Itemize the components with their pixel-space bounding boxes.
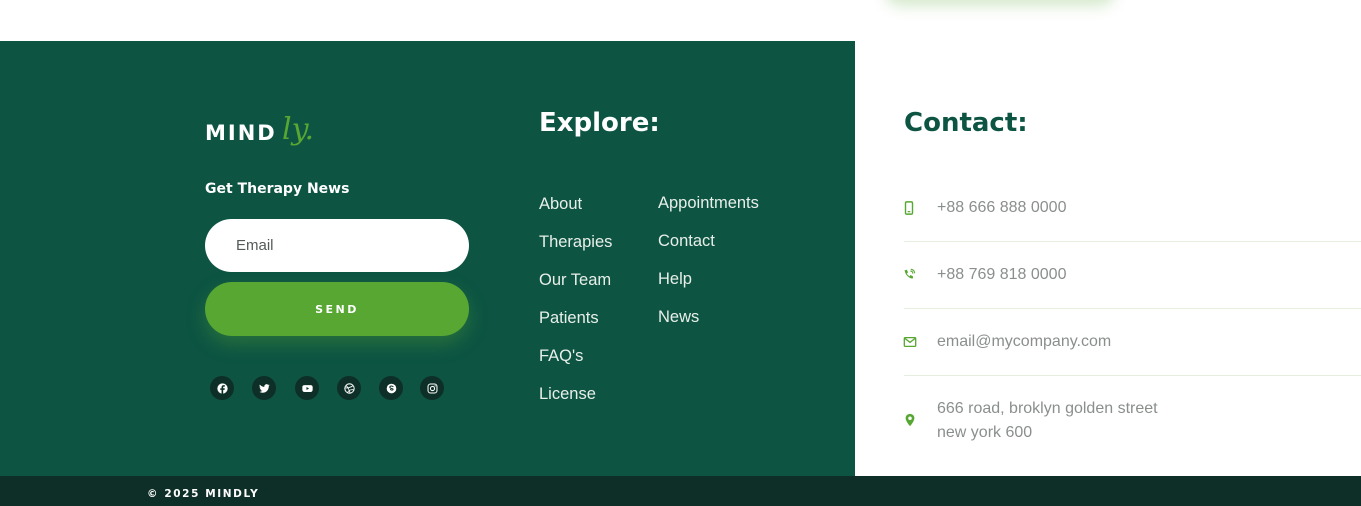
copyright-text: © 2025 MINDLY [147, 488, 260, 500]
logo-script: ly. [282, 112, 315, 147]
facebook-icon[interactable] [210, 376, 234, 400]
nav-link-contact[interactable]: Contact [658, 232, 715, 251]
youtube-icon[interactable] [295, 376, 319, 400]
phone-ringing-icon [902, 268, 916, 282]
nav-link-patients[interactable]: Patients [539, 309, 599, 328]
explore-title: Explore: [539, 108, 660, 138]
nav-link-news[interactable]: News [658, 308, 699, 327]
envelope-icon [903, 335, 917, 349]
contact-divider [904, 241, 1361, 242]
dribbble-icon[interactable] [337, 376, 361, 400]
newsletter-title: Get Therapy News [205, 181, 350, 197]
nav-link-license[interactable]: License [539, 385, 596, 404]
nav-link-about[interactable]: About [539, 195, 582, 214]
nav-link-therapies[interactable]: Therapies [539, 233, 612, 252]
top-strip [0, 0, 1361, 41]
logo-wordmark: MIND [205, 121, 277, 145]
instagram-icon[interactable] [420, 376, 444, 400]
contact-address-line2: new york 600 [937, 424, 1033, 441]
email-input[interactable] [205, 219, 469, 272]
contact-email[interactable]: email@mycompany.com [937, 330, 1111, 354]
map-pin-icon [903, 413, 917, 427]
skype-icon[interactable] [379, 376, 403, 400]
nav-link-help[interactable]: Help [658, 270, 692, 289]
contact-phone-secondary[interactable]: +88 769 818 0000 [937, 263, 1066, 287]
nav-link-appointments[interactable]: Appointments [658, 194, 759, 213]
contact-divider [904, 375, 1361, 376]
nav-link-faqs[interactable]: FAQ's [539, 347, 583, 366]
twitter-icon[interactable] [252, 376, 276, 400]
nav-link-our-team[interactable]: Our Team [539, 271, 611, 290]
contact-divider [904, 308, 1361, 309]
send-button[interactable]: SEND [205, 282, 469, 336]
contact-address-line1: 666 road, broklyn golden street [937, 400, 1158, 417]
contact-phone[interactable]: +88 666 888 0000 [937, 196, 1066, 220]
contact-title: Contact: [904, 108, 1028, 138]
mobile-phone-icon [902, 201, 916, 215]
